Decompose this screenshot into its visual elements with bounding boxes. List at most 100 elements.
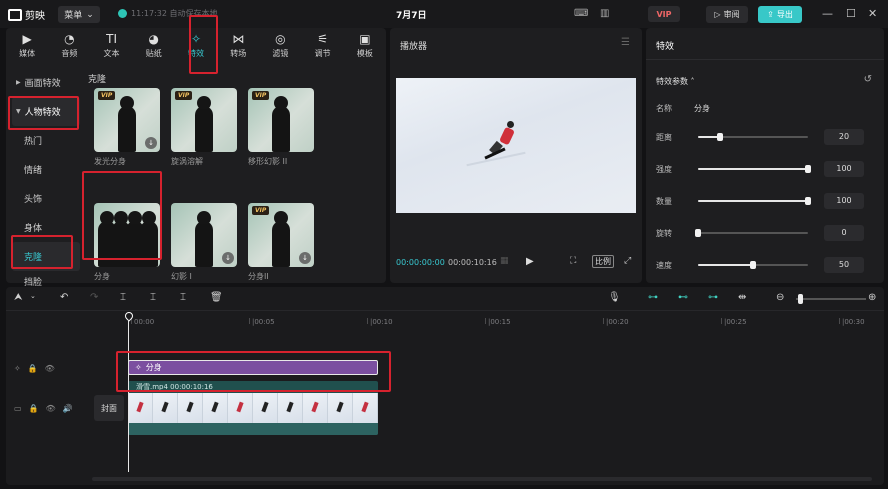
effect-track-controls: ✧ 🔒 👁 xyxy=(14,364,55,373)
tab-text[interactable]: TI 文本 xyxy=(90,28,132,62)
time-ruler[interactable]: 00:00 |00:05 |00:10 |00:15 |00:20 |00:25 |00:3… xyxy=(92,314,882,328)
vip-button[interactable]: VIP xyxy=(648,6,680,22)
tab-adjust[interactable]: ⚟ 调节 xyxy=(302,28,344,62)
param-slider[interactable] xyxy=(695,229,808,237)
trim-left-icon[interactable]: ⌶ xyxy=(150,292,156,303)
slider-handle[interactable] xyxy=(717,133,723,141)
player-panel: 播放器 ☰ 00:00:00:00 00:00:10:16 ▦ ▶ ⛶ 比例 ⤢ xyxy=(390,28,642,283)
link-icon[interactable]: ⊷ xyxy=(678,292,688,303)
param-row: 数量 100 xyxy=(656,193,878,209)
delete-icon[interactable]: 🗑 xyxy=(210,292,223,303)
minimize-icon[interactable]: — xyxy=(822,7,833,20)
highlight-clone-effect-card xyxy=(82,171,162,260)
slider-handle[interactable] xyxy=(805,165,811,173)
hamburger-menu-icon[interactable]: ☰ xyxy=(621,37,630,48)
speaker-icon[interactable]: 🔊 xyxy=(63,404,73,413)
center-split-icon[interactable]: ⇹ xyxy=(738,292,746,303)
param-slider[interactable] xyxy=(698,261,808,269)
zoom-slider[interactable] xyxy=(796,298,866,300)
effect-name: 幻影 I xyxy=(171,272,192,281)
playhead[interactable] xyxy=(128,320,129,472)
chevron-down-icon[interactable]: ⌄ xyxy=(30,292,36,300)
tab-filter[interactable]: ◎ 滤镜 xyxy=(259,28,301,62)
clip-frame xyxy=(178,393,203,423)
param-slider[interactable] xyxy=(698,133,808,141)
play-icon[interactable]: ▶ xyxy=(526,256,534,267)
subnav-screen-effects[interactable]: ▶ 画面特效 xyxy=(12,68,80,97)
tab-template[interactable]: ▣ 模板 xyxy=(344,28,386,62)
subnav-hot[interactable]: 热门 xyxy=(12,126,80,155)
param-label: 旋转 xyxy=(656,229,672,238)
lock-icon[interactable]: 🔒 xyxy=(28,364,38,373)
fit-frame-icon[interactable]: ⛶ xyxy=(570,256,576,266)
maximize-icon[interactable]: ☐ xyxy=(846,7,856,20)
param-value-input[interactable]: 20 xyxy=(824,129,864,145)
clip-thumbnails xyxy=(128,393,378,423)
param-value-input[interactable]: 100 xyxy=(824,193,864,209)
ratio-button[interactable]: 比例 xyxy=(592,255,614,268)
cover-button[interactable]: 封面 xyxy=(94,395,124,421)
review-button[interactable]: ▷ 审阅 xyxy=(706,6,748,23)
param-value-input[interactable]: 50 xyxy=(824,257,864,273)
tab-effect-properties[interactable]: 特效 xyxy=(656,39,674,52)
adjust-icon: ⚟ xyxy=(317,31,329,46)
subnav-headwear[interactable]: 头饰 xyxy=(12,184,80,213)
effect-card[interactable]: VIP 移形幻影 II xyxy=(248,88,314,167)
person-figure xyxy=(118,106,136,152)
keyboard-icon[interactable]: ⌨ xyxy=(574,8,588,19)
person-head xyxy=(120,96,134,110)
param-value-input[interactable]: 0 xyxy=(824,225,864,241)
close-icon[interactable]: ✕ xyxy=(868,7,877,20)
select-cursor-icon[interactable]: ⮝ xyxy=(14,292,23,303)
tab-sticker[interactable]: ◕ 贴纸 xyxy=(133,28,175,62)
undo-icon[interactable]: ↶ xyxy=(60,292,68,303)
tab-media[interactable]: ▶ 媒体 xyxy=(6,28,48,62)
param-name-row: 名称 分身 xyxy=(656,100,878,116)
review-label: 审阅 xyxy=(723,10,740,19)
effect-card[interactable]: VIP ↓ 发光分身 xyxy=(94,88,160,167)
vip-badge: VIP xyxy=(252,91,270,100)
effect-params-label: 特效参数 xyxy=(656,77,688,86)
lock-icon[interactable]: 🔒 xyxy=(29,404,39,413)
magnet-snap-icon[interactable]: ⊶ xyxy=(648,292,658,303)
download-icon[interactable]: ↓ xyxy=(222,252,234,264)
download-icon[interactable]: ↓ xyxy=(145,137,157,149)
split-icon[interactable]: ⌶ xyxy=(120,292,126,303)
frame-skier xyxy=(311,401,319,413)
eye-icon[interactable]: 👁 xyxy=(46,404,56,413)
preview-axis-icon[interactable]: ⊶ xyxy=(708,292,718,303)
trim-right-icon[interactable]: ⌶ xyxy=(180,292,186,303)
video-track-icon: ▭ xyxy=(14,404,22,413)
effect-card[interactable]: ↓ 幻影 I xyxy=(171,203,237,282)
menu-button[interactable]: 菜单 ⌄ xyxy=(58,6,100,23)
zoom-out-icon[interactable]: ⊖ xyxy=(776,292,784,303)
fullscreen-icon[interactable]: ⤢ xyxy=(624,256,631,266)
tab-label: 媒体 xyxy=(19,48,36,58)
tab-audio[interactable]: ◔ 音频 xyxy=(48,28,90,62)
timeline-scrollbar[interactable] xyxy=(92,477,872,481)
slider-handle[interactable] xyxy=(805,197,811,205)
slider-fill xyxy=(698,264,753,266)
param-slider[interactable] xyxy=(698,197,811,205)
export-button[interactable]: ⇪ 导出 xyxy=(758,6,802,23)
redo-icon[interactable]: ↷ xyxy=(90,292,98,303)
microphone-icon[interactable]: 🎙 xyxy=(608,292,621,303)
layout-icon[interactable]: ▥ xyxy=(600,8,609,19)
zoom-slider-handle[interactable] xyxy=(798,294,803,304)
effect-card[interactable]: VIP ↓ 分身II xyxy=(248,203,314,282)
effect-params-title[interactable]: 特效参数 ˄ xyxy=(656,76,695,87)
subnav-emotion[interactable]: 情绪 xyxy=(12,155,80,184)
param-value-input[interactable]: 100 xyxy=(824,161,864,177)
eye-icon[interactable]: 👁 xyxy=(45,364,55,373)
slider-handle[interactable] xyxy=(750,261,756,269)
project-title: 7月7日 xyxy=(396,11,427,21)
zoom-in-icon[interactable]: ⊕ xyxy=(868,292,876,303)
param-slider[interactable] xyxy=(698,165,811,173)
slider-fill xyxy=(698,200,808,202)
app-logo: 剪映 xyxy=(8,7,45,22)
effect-card[interactable]: VIP 旋涡溶解 xyxy=(171,88,237,167)
tab-transition[interactable]: ⋈ 转场 xyxy=(217,28,259,62)
reset-icon[interactable]: ↺ xyxy=(864,74,872,85)
download-icon[interactable]: ↓ xyxy=(299,252,311,264)
slider-handle[interactable] xyxy=(695,229,701,237)
